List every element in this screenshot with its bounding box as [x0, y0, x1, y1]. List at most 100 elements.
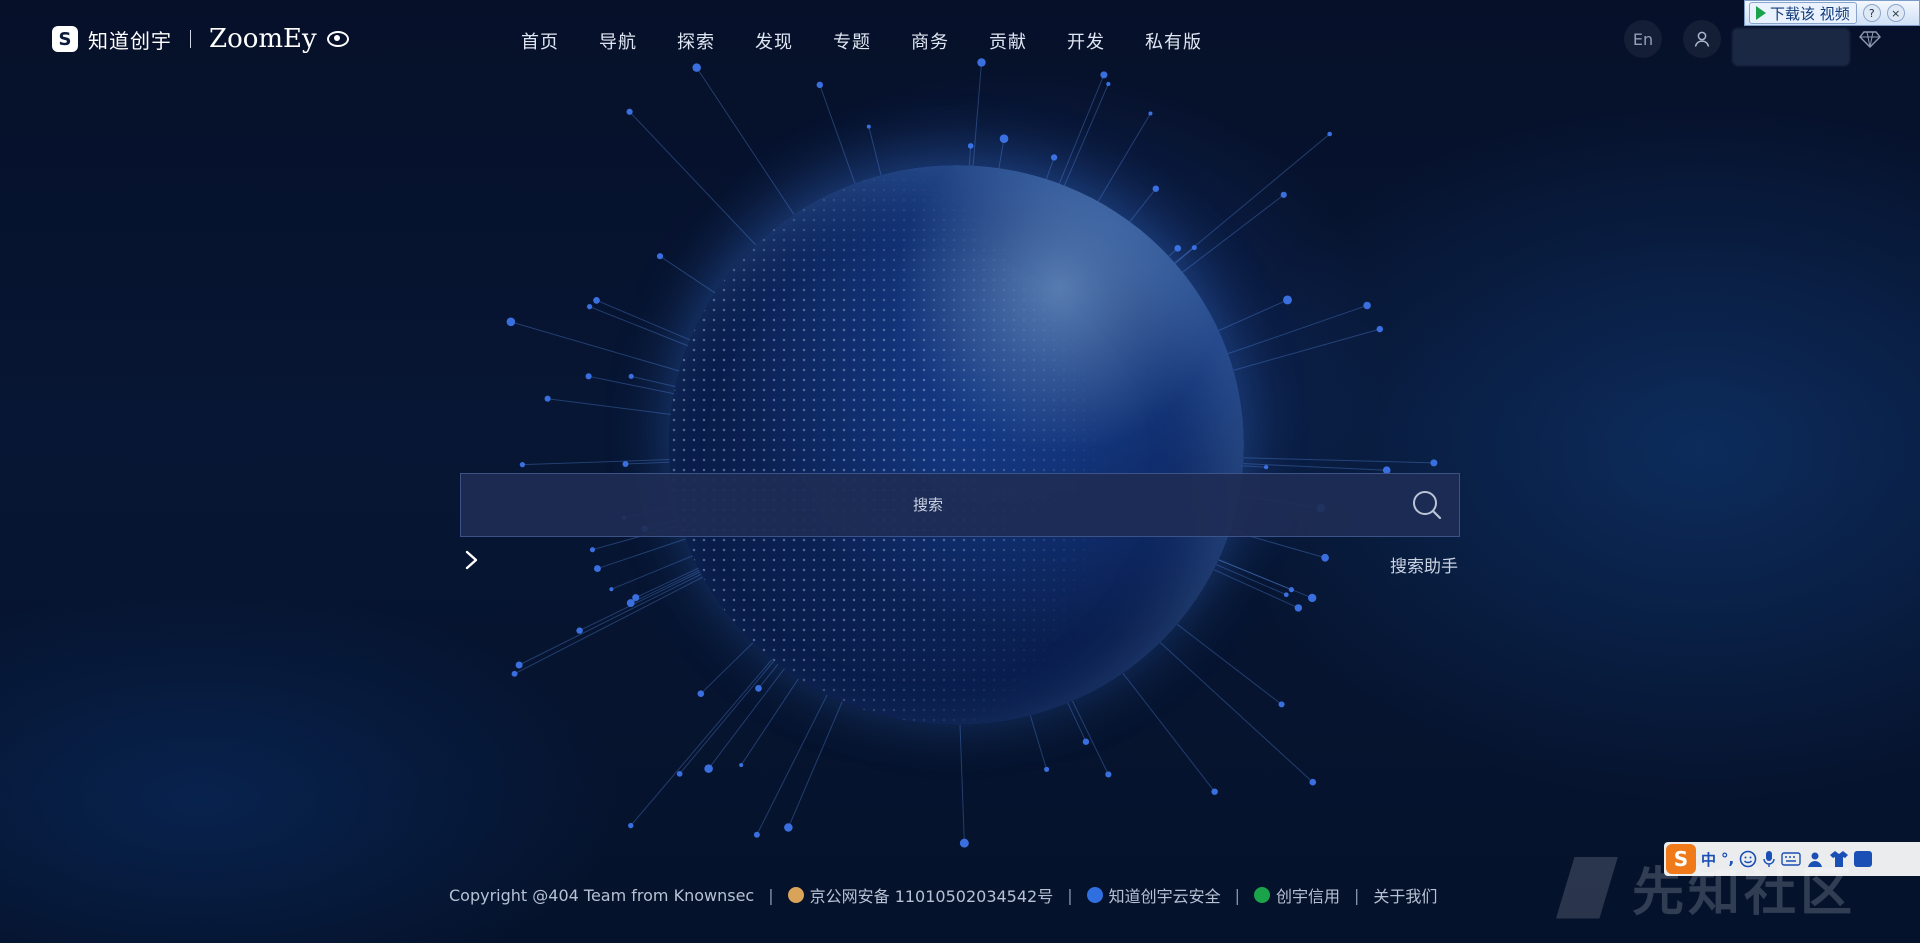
footer: Copyright @404 Team from Knownsec | 京公网安…: [449, 883, 1437, 907]
network-node: [784, 823, 793, 832]
network-node: [866, 124, 871, 129]
brand-divider: [190, 30, 191, 48]
copyright-text: Copyright @404 Team from Knownsec: [449, 885, 755, 905]
network-node: [753, 831, 760, 838]
sogou-logo-icon[interactable]: S: [1666, 844, 1696, 874]
cloud-security-icon: [1086, 887, 1103, 903]
network-node: [1105, 771, 1112, 778]
ime-punct-toggle[interactable]: °,: [1721, 850, 1734, 868]
network-node: [632, 594, 640, 602]
network-node: [1288, 587, 1295, 593]
network-node: [515, 661, 523, 669]
play-icon: [1756, 6, 1766, 20]
network-node: [1174, 244, 1182, 252]
shirt-icon[interactable]: [1829, 850, 1849, 868]
network-node: [511, 670, 518, 677]
network-node: [628, 373, 634, 379]
about-us-link[interactable]: 关于我们: [1373, 883, 1437, 907]
network-node: [1152, 185, 1160, 192]
network-node: [755, 685, 762, 692]
toolbox-icon[interactable]: [1854, 851, 1873, 867]
diamond-icon[interactable]: [1859, 30, 1881, 48]
network-node: [656, 253, 664, 260]
network-node: [1106, 81, 1111, 87]
cloud-security-link[interactable]: 知道创宇云安全: [1109, 883, 1221, 907]
globe-city-lights: [669, 165, 1244, 725]
xianzhi-logo-icon: [1556, 856, 1618, 919]
footer-separator: |: [768, 885, 774, 905]
network-node: [1263, 464, 1269, 470]
eye-icon: [326, 31, 349, 47]
network-node: [697, 690, 705, 698]
network-node: [1050, 154, 1058, 161]
microphone-icon[interactable]: [1762, 850, 1776, 868]
footer-separator: |: [1234, 885, 1241, 905]
help-icon[interactable]: ?: [1862, 4, 1881, 22]
network-node: [999, 134, 1009, 144]
nav-item-topics[interactable]: 专题: [833, 24, 871, 58]
keyboard-icon[interactable]: [1781, 852, 1801, 866]
footer-separator: |: [1354, 885, 1360, 905]
nav-item-developer[interactable]: 开发: [1067, 24, 1105, 58]
user-icon: [1694, 31, 1710, 47]
network-node: [1283, 592, 1289, 598]
credit-check-icon: [1254, 887, 1271, 903]
search-input[interactable]: [461, 473, 1395, 537]
network-node: [593, 296, 600, 304]
network-node: [506, 317, 516, 327]
nav-item-home[interactable]: 首页: [521, 24, 559, 58]
download-video-toolbar: 下载该 视频 ? ×: [1744, 0, 1920, 26]
network-node: [628, 822, 634, 829]
main-nav: 首页 导航 探索 发现 专题 商务 贡献 开发 私有版: [521, 24, 1242, 58]
network-node: [576, 627, 583, 634]
network-node: [544, 395, 551, 402]
network-node: [1280, 191, 1287, 198]
nav-item-contribute[interactable]: 贡献: [989, 24, 1027, 58]
search-icon: [1413, 491, 1442, 520]
search-assistant-link[interactable]: 搜索助手: [1390, 552, 1458, 577]
credit-link[interactable]: 创宇信用: [1276, 883, 1340, 907]
top-header: S 知道创宇 ZoomEy 首页 导航 探索 发现 专题 商务 贡献 开发 私有…: [0, 0, 1920, 78]
page: S 知道创宇 ZoomEy 首页 导航 探索 发现 专题 商务 贡献 开发 私有…: [0, 0, 1920, 943]
network-node: [593, 565, 601, 573]
network-node: [967, 143, 974, 149]
network-node: [519, 461, 526, 468]
chevron-right-icon[interactable]: [463, 549, 481, 571]
search-button[interactable]: [1395, 473, 1459, 537]
network-node: [739, 763, 744, 768]
nav-item-discover[interactable]: 发现: [755, 24, 793, 58]
username-redacted: [1732, 28, 1850, 66]
user-button[interactable]: [1683, 20, 1721, 58]
nav-item-business[interactable]: 商务: [911, 24, 949, 58]
network-node: [626, 599, 635, 607]
network-node: [1309, 778, 1317, 786]
network-node: [1044, 766, 1050, 772]
knownsec-logo-icon: S: [52, 26, 78, 52]
network-node: [1278, 701, 1285, 708]
network-node: [626, 108, 633, 115]
network-node: [1191, 245, 1197, 251]
network-node: [1082, 738, 1090, 745]
network-node: [1308, 593, 1317, 603]
nav-item-navigation[interactable]: 导航: [599, 24, 637, 58]
ime-toolbar: S 中 °,: [1664, 842, 1920, 876]
emoji-icon[interactable]: [1739, 850, 1757, 868]
network-node: [704, 764, 713, 773]
search-bar: [460, 473, 1460, 537]
nav-item-private[interactable]: 私有版: [1145, 24, 1202, 58]
icp-record-link[interactable]: 京公网安备 11010502034542号: [810, 883, 1054, 907]
footer-separator: |: [1067, 885, 1073, 905]
network-node: [676, 770, 683, 777]
network-node: [1321, 553, 1329, 562]
network-node: [1376, 325, 1384, 333]
network-node: [959, 838, 969, 848]
user-skin-icon[interactable]: [1806, 850, 1824, 868]
brand-logo-link[interactable]: S 知道创宇 ZoomEy: [52, 24, 349, 54]
close-icon[interactable]: ×: [1886, 4, 1905, 22]
language-toggle-button[interactable]: En: [1624, 20, 1662, 58]
nav-item-explore[interactable]: 探索: [677, 24, 715, 58]
network-node: [1211, 788, 1218, 795]
brand-en-name: ZoomEy: [209, 24, 317, 54]
ime-mode-toggle[interactable]: 中: [1701, 849, 1716, 870]
download-video-button[interactable]: 下载该 视频: [1749, 2, 1857, 24]
